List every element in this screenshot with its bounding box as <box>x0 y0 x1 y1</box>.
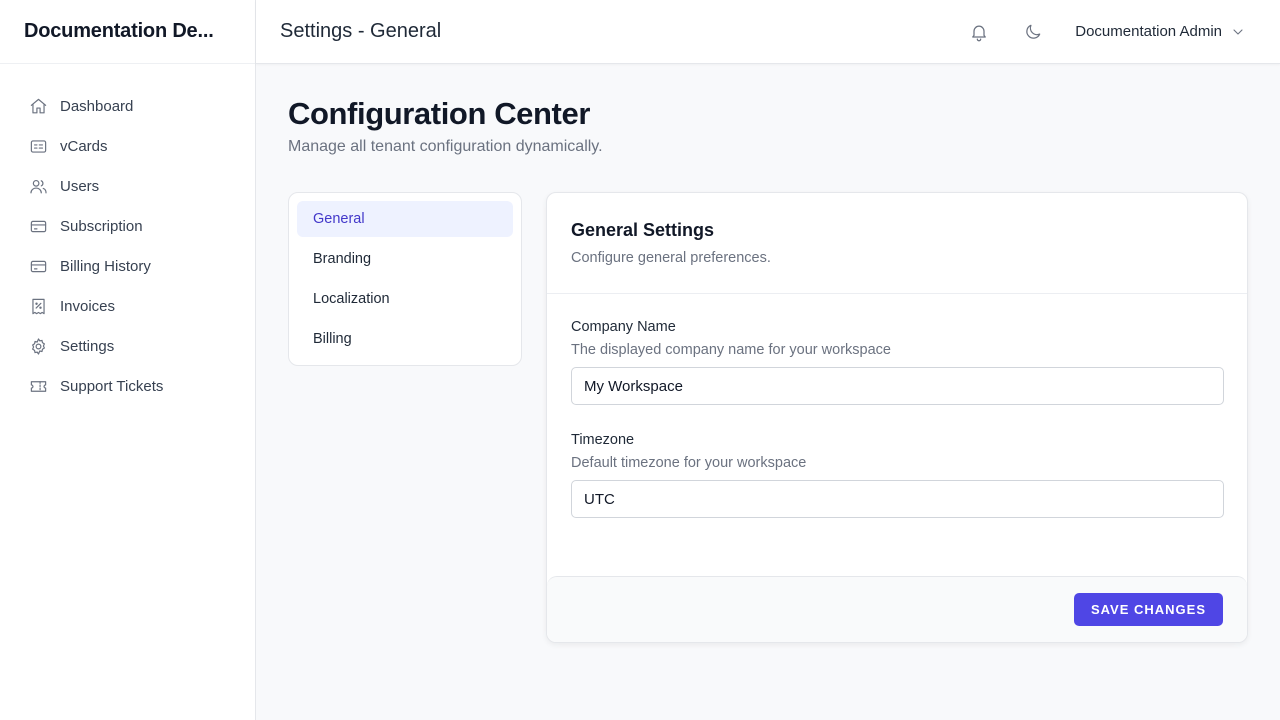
tab-localization[interactable]: Localization <box>297 281 513 317</box>
card-description: Configure general preferences. <box>571 250 771 266</box>
tab-branding[interactable]: Branding <box>297 241 513 277</box>
company-name-label: Company Name <box>571 319 676 335</box>
timezone-input[interactable] <box>571 480 1224 518</box>
save-changes-button[interactable]: SAVE CHANGES <box>1073 593 1223 626</box>
user-menu[interactable]: Documentation Admin <box>1075 23 1246 40</box>
general-settings-card: General Settings Configure general prefe… <box>546 192 1248 643</box>
sidebar-item-subscription[interactable]: Subscription <box>0 206 255 246</box>
sidebar-item-support-tickets[interactable]: Support Tickets <box>0 366 255 406</box>
tab-general[interactable]: General <box>297 201 513 237</box>
receipt-icon <box>28 296 48 316</box>
sidebar-item-label: vCards <box>60 137 108 155</box>
sidebar-item-vcards[interactable]: vCards <box>0 126 255 166</box>
timezone-label: Timezone <box>571 432 635 448</box>
sidebar-item-users[interactable]: Users <box>0 166 255 206</box>
sidebar-item-settings[interactable]: Settings <box>0 326 255 366</box>
credit-card-icon <box>28 216 48 236</box>
sidebar-nav: Dashboard vCards Users Subscription Bill… <box>0 64 255 406</box>
brand: Documentation De... <box>0 0 255 64</box>
page-subtitle: Manage all tenant configuration dynamica… <box>288 138 603 155</box>
card-footer: SAVE CHANGES <box>547 576 1247 642</box>
sidebar-item-invoices[interactable]: Invoices <box>0 286 255 326</box>
home-icon <box>28 96 48 116</box>
credit-card-icon <box>28 256 48 276</box>
sidebar-item-label: Users <box>60 177 100 195</box>
bell-icon[interactable] <box>967 20 991 44</box>
card-header: General Settings Configure general prefe… <box>547 193 1247 294</box>
company-name-description: The displayed company name for your work… <box>571 342 891 358</box>
sidebar-item-label: Settings <box>60 337 115 355</box>
topbar-title: Settings - General <box>280 20 442 42</box>
ticket-icon <box>28 376 48 396</box>
users-icon <box>28 176 48 196</box>
settings-tabs: General Branding Localization Billing <box>288 192 522 366</box>
company-name-input[interactable] <box>571 367 1224 405</box>
id-card-icon <box>28 136 48 156</box>
tab-billing[interactable]: Billing <box>297 321 513 357</box>
moon-icon[interactable] <box>1021 20 1045 44</box>
sidebar-item-label: Dashboard <box>60 97 134 115</box>
sidebar-item-label: Invoices <box>60 297 116 315</box>
company-name-field: Company Name The displayed company name … <box>571 319 1224 405</box>
sidebar-item-dashboard[interactable]: Dashboard <box>0 86 255 126</box>
brand-name[interactable]: Documentation De... <box>24 20 214 43</box>
timezone-description: Default timezone for your workspace <box>571 455 807 471</box>
sidebar-item-label: Support Tickets <box>60 377 164 395</box>
chevron-down-icon <box>1233 28 1243 35</box>
sidebar-item-label: Subscription <box>60 217 143 235</box>
gear-icon <box>28 336 48 356</box>
topbar: Settings - General Documentation Admin <box>256 0 1280 64</box>
sidebar-item-label: Billing History <box>60 257 151 275</box>
topbar-actions: Documentation Admin <box>967 20 1246 44</box>
card-title: General Settings <box>571 220 715 240</box>
timezone-field: Timezone Default timezone for your works… <box>571 432 1224 518</box>
user-name: Documentation Admin <box>1075 23 1222 40</box>
sidebar: Documentation De... Dashboard vCards Use… <box>0 0 256 720</box>
sidebar-item-billing-history[interactable]: Billing History <box>0 246 255 286</box>
page-title: Configuration Center <box>288 96 590 131</box>
